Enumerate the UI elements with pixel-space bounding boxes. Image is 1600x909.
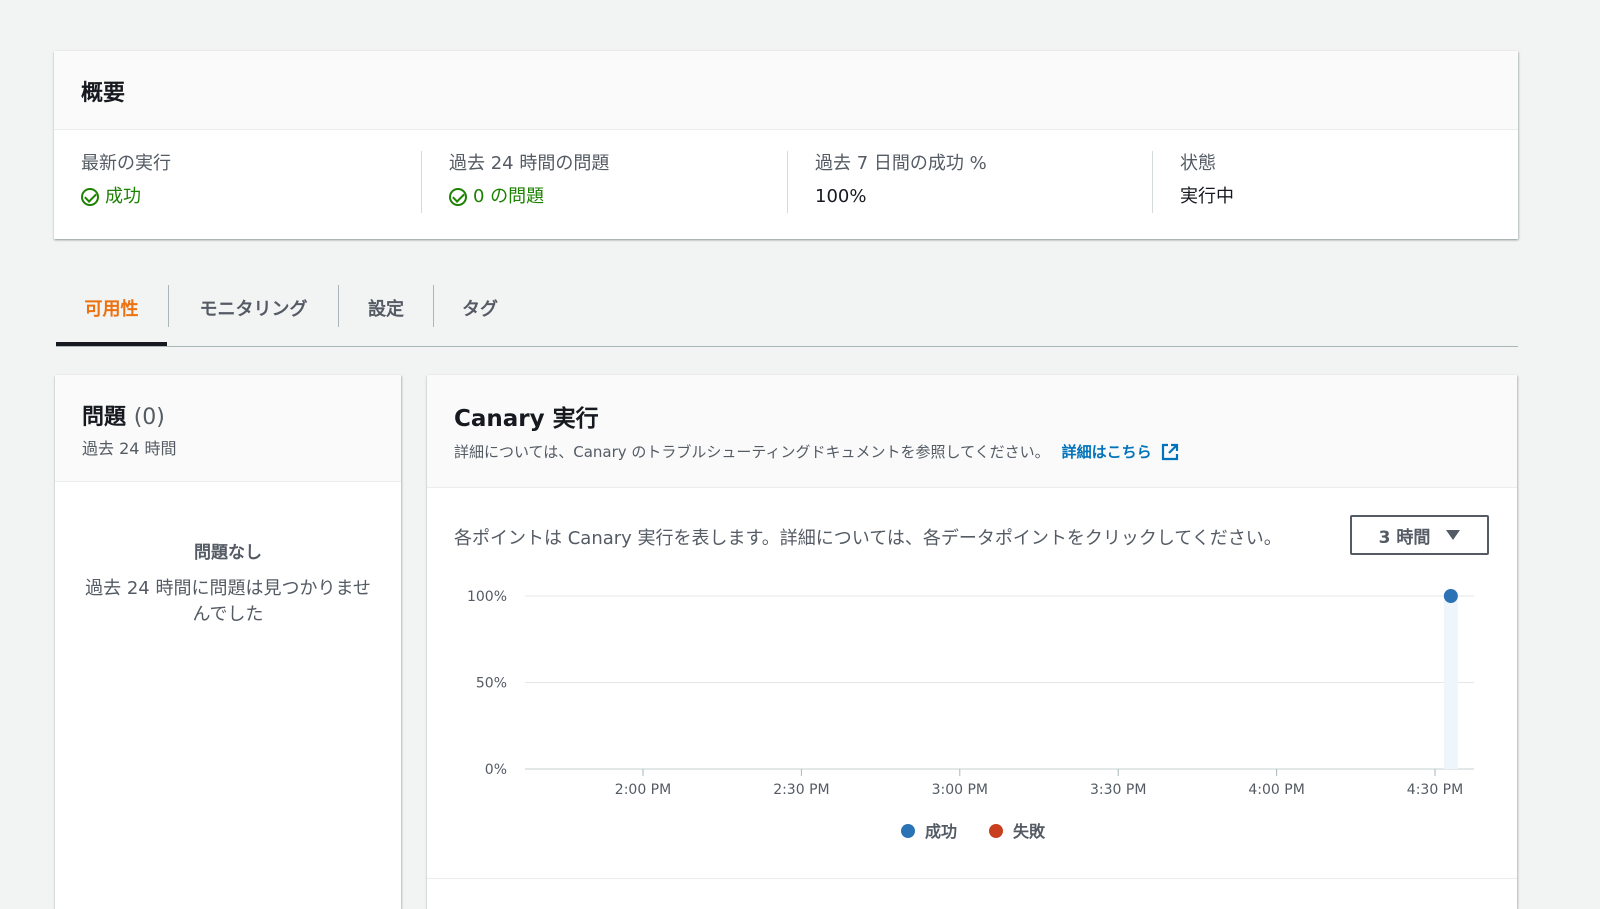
x-tick-label: 4:00 PM [1248,782,1304,798]
issues-24h-status: 0 の問題 [473,186,545,207]
success-7d-value: 100% [815,186,867,207]
tab-bar: 可用性 モニタリング 設定 タグ [56,285,1518,347]
tab-configuration[interactable]: 設定 [339,285,433,346]
canary-runs-chart: 100% 50% 0% 2:00 PM 2:30 PM 3:00 PM 3:30 PM 4:0… [467,589,1474,841]
overview-title: 概要 [81,81,126,106]
success-7d-label: 過去 7 日間の成功 % [815,153,987,174]
issues-title: 問題 (0) [82,399,374,431]
legend-label: 失敗 [1013,822,1046,841]
tab-monitoring[interactable]: モニタリング [169,285,338,346]
tab-tags[interactable]: タグ [434,285,526,346]
canary-runs-panel: Canary 実行 詳細については、Canary のトラブルシューティングドキュ… [427,375,1517,909]
legend-marker [989,824,1003,838]
legend-marker [901,824,915,838]
x-tick-label: 3:30 PM [1090,782,1146,798]
y-tick-label: 0% [485,762,507,778]
state-label: 状態 [1180,153,1216,174]
y-tick-label: 100% [467,589,507,605]
overview-header: 概要 [54,51,1518,130]
issues-24h-value: 0 の問題 [449,184,788,210]
data-point [1443,589,1458,603]
overview-card: 概要 最新の実行 成功 過去 24 時間の問題 0 の問題 過去 7 日間の成功… [54,51,1518,239]
x-tick-label: 2:30 PM [773,782,829,798]
legend-label: 成功 [925,822,957,841]
check-circle-icon [449,188,467,206]
check-circle-icon [81,188,99,206]
latest-run-value: 成功 [81,184,422,210]
issues-panel: 問題 (0) 過去 24 時間 問題なし 過去 24 時間に問題は見つかりません… [55,375,401,909]
x-tick-label: 2:00 PM [615,782,671,798]
state-column: 状態 実行中 [1152,151,1518,213]
y-tick-label: 50% [476,676,507,692]
data-point-highlight [1443,596,1458,769]
issues-24h-column: 過去 24 時間の問題 0 の問題 [421,151,788,213]
issues-empty-title: 問題なし [194,543,262,563]
tab-availability[interactable]: 可用性 [56,285,167,346]
issues-24h-label: 過去 24 時間の問題 [449,153,610,174]
issues-empty-text: 過去 24 時間に問題は見つかりませんでした [85,578,371,625]
latest-run-status: 成功 [105,186,141,207]
active-tab-indicator [56,342,167,346]
issues-title-text: 問題 [82,405,127,430]
x-tick-label: 3:00 PM [932,782,988,798]
issues-header: 問題 (0) 過去 24 時間 [55,375,401,482]
issues-count: (0) [133,405,165,430]
chart-footer-divider [427,878,1517,879]
issues-subtitle: 過去 24 時間 [82,439,177,458]
success-7d-column: 過去 7 日間の成功 % 100% [787,151,1153,213]
latest-run-column: 最新の実行 成功 [54,151,422,213]
x-tick-label: 4:30 PM [1407,782,1463,798]
latest-run-label: 最新の実行 [81,153,171,174]
state-value: 実行中 [1180,186,1234,207]
